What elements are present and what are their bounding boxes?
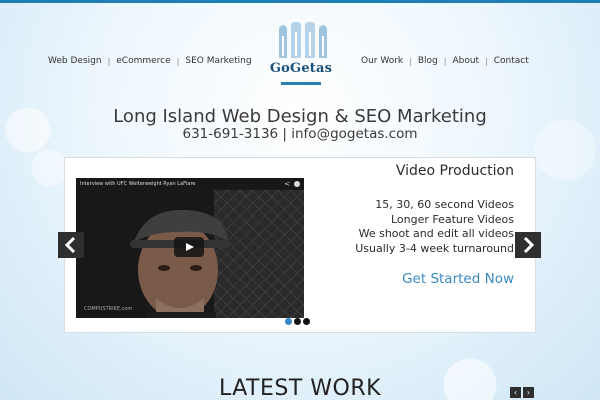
bridge-logo-icon xyxy=(279,22,327,58)
page-headline: Long Island Web Design & SEO Marketing xyxy=(113,106,487,127)
slider-prev-button[interactable] xyxy=(58,232,84,258)
nav-about[interactable]: About xyxy=(452,56,479,66)
slider-next-button[interactable] xyxy=(515,232,541,258)
nav-contact[interactable]: Contact xyxy=(494,56,529,66)
nav-separator: | xyxy=(485,56,488,66)
feature-item: Longer Feature Videos xyxy=(390,212,514,226)
nav-separator: | xyxy=(409,56,412,66)
feature-item: We shoot and edit all videos xyxy=(358,227,514,240)
site-logo[interactable]: GoGetas xyxy=(265,22,337,96)
nav-separator: | xyxy=(443,56,447,66)
latest-next-button[interactable]: › xyxy=(523,387,534,398)
logo-wordmark: GoGetas xyxy=(269,61,333,76)
contact-line: 631-691-3136 | info@gogetas.com xyxy=(182,126,418,142)
play-icon[interactable] xyxy=(174,237,204,257)
nav-blog[interactable]: Blog xyxy=(418,56,438,66)
logo-underline xyxy=(281,82,321,85)
nav-separator: | xyxy=(107,56,111,66)
get-started-link[interactable]: Get Started Now xyxy=(320,271,514,287)
nav-web-design[interactable]: Web Design xyxy=(48,56,102,66)
chevron-left-icon xyxy=(64,236,76,254)
slider-dot-1[interactable] xyxy=(285,318,292,325)
chevron-right-icon xyxy=(523,236,535,254)
slider-dot-3[interactable] xyxy=(303,318,310,325)
feature-item: Usually 3-4 week turnaround xyxy=(355,241,514,255)
share-icon[interactable]: < xyxy=(284,180,290,188)
latest-work-nav: ‹ › xyxy=(510,387,534,398)
latest-prev-button[interactable]: ‹ xyxy=(510,387,521,398)
slider-dot-2[interactable] xyxy=(294,318,301,325)
nav-ecommerce[interactable]: eCommerce xyxy=(116,56,170,66)
nav-our-work[interactable]: Our Work xyxy=(361,56,403,66)
top-accent-bar xyxy=(0,0,600,3)
video-title: Interview with UFC Welterweight Ryan LaF… xyxy=(80,181,196,187)
info-icon[interactable] xyxy=(294,181,300,187)
feature-list: 15, 30, 60 second Videos Longer Feature … xyxy=(320,198,514,256)
interview-thumbnail xyxy=(130,209,230,318)
feature-item: 15, 30, 60 second Videos xyxy=(375,198,514,211)
nav-separator: | xyxy=(176,56,180,66)
primary-nav-right: Our Work | Blog | About | Contact xyxy=(361,56,529,66)
primary-nav-left: Web Design | eCommerce | SEO Marketing xyxy=(48,56,252,66)
nav-seo-marketing[interactable]: SEO Marketing xyxy=(185,56,251,66)
video-watermark: COMPUSTRIKE.com xyxy=(84,306,133,312)
slider-pagination xyxy=(285,318,310,325)
slide-title: Video Production xyxy=(395,163,514,179)
